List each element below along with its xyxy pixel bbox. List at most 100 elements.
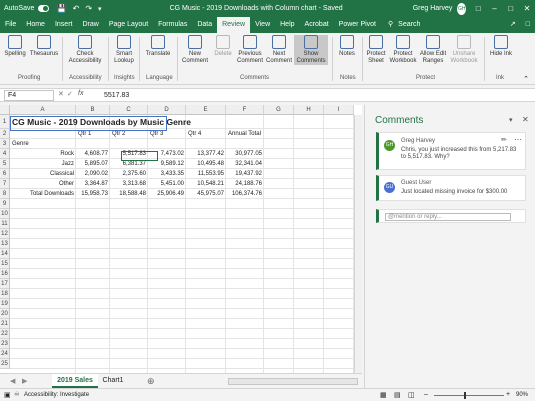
enter-icon[interactable]: ✓: [67, 90, 73, 98]
row-header-2[interactable]: 2: [0, 129, 10, 139]
scroll-left-icon[interactable]: ◀: [10, 377, 15, 385]
row-header-13[interactable]: 13: [0, 239, 10, 249]
close-pane-icon[interactable]: ✕: [522, 115, 529, 124]
tab-data[interactable]: Data: [192, 17, 217, 33]
horizontal-scrollbar[interactable]: [228, 378, 358, 385]
smart-lookup-button[interactable]: Smart Lookup: [112, 35, 136, 65]
collapse-ribbon-icon[interactable]: ⌃: [523, 75, 529, 83]
delete-comment-button[interactable]: Delete: [211, 35, 235, 58]
close-icon[interactable]: ✕: [519, 4, 535, 13]
row-header-5[interactable]: 5: [0, 159, 10, 169]
column-header-h[interactable]: H: [294, 105, 324, 115]
sheet-tab-chart1[interactable]: Chart1: [100, 374, 126, 388]
translate-button[interactable]: Translate: [142, 35, 174, 58]
row-header-16[interactable]: 16: [0, 269, 10, 279]
row-header-15[interactable]: 15: [0, 259, 10, 269]
genre-label-cell[interactable]: Genre: [12, 139, 74, 149]
row-header-21[interactable]: 21: [0, 319, 10, 329]
data-cell[interactable]: 32,341.04: [228, 159, 262, 169]
allow-edit-ranges-button[interactable]: Allow Edit Ranges: [419, 35, 447, 65]
data-cell[interactable]: 5,895.07: [78, 159, 108, 169]
data-cell[interactable]: 2,375.60: [112, 169, 146, 179]
tab-draw[interactable]: Draw: [77, 17, 103, 33]
scroll-right-icon[interactable]: ▶: [22, 377, 27, 385]
data-cell[interactable]: 2,090.02: [78, 169, 108, 179]
search-label[interactable]: Search: [398, 17, 425, 33]
customize-toolbar-icon[interactable]: ▾: [98, 5, 102, 13]
row-header-24[interactable]: 24: [0, 349, 10, 359]
reply-input[interactable]: @mention or reply...: [385, 213, 511, 221]
row-header-6[interactable]: 6: [0, 169, 10, 179]
row-label-cell[interactable]: Jazz: [12, 159, 74, 169]
data-cell[interactable]: 3,313.68: [112, 179, 146, 189]
undo-icon[interactable]: ↶: [73, 4, 80, 13]
zoom-slider-thumb[interactable]: [464, 392, 466, 399]
check-accessibility-button[interactable]: Check Accessibility: [66, 35, 104, 65]
column-header-e[interactable]: E: [186, 105, 226, 115]
column-heading-cell[interactable]: Annual Total: [228, 129, 262, 139]
vertical-scrollbar[interactable]: [354, 115, 362, 373]
row-label-cell[interactable]: Rock: [12, 149, 74, 159]
show-comments-button[interactable]: Show Comments: [294, 35, 328, 65]
row-header-4[interactable]: 4: [0, 149, 10, 159]
row-header-17[interactable]: 17: [0, 279, 10, 289]
tab-page-layout[interactable]: Page Layout: [104, 17, 153, 33]
maximize-icon[interactable]: □: [503, 4, 519, 13]
row-header-23[interactable]: 23: [0, 339, 10, 349]
minimize-icon[interactable]: –: [486, 4, 502, 13]
spelling-button[interactable]: Spelling: [4, 35, 26, 58]
row-header-8[interactable]: 8: [0, 189, 10, 199]
formula-input[interactable]: 5517.83: [104, 90, 129, 101]
protect-sheet-button[interactable]: Protect Sheet: [365, 35, 387, 65]
comment-icon[interactable]: □: [521, 17, 535, 33]
mention-icon[interactable]: ✏: [501, 136, 507, 144]
tab-acrobat[interactable]: Acrobat: [300, 17, 334, 33]
tab-insert[interactable]: Insert: [50, 17, 78, 33]
add-sheet-icon[interactable]: ⊕: [147, 376, 155, 387]
data-cell[interactable]: 106,374.76: [228, 189, 262, 199]
data-cell[interactable]: 10,495.48: [188, 159, 224, 169]
new-comment-button[interactable]: New Comment: [180, 35, 210, 65]
save-icon[interactable]: 💾: [57, 4, 67, 13]
next-comment-button[interactable]: Next Comment: [265, 35, 293, 65]
data-cell[interactable]: 3,433.35: [150, 169, 184, 179]
row-label-cell[interactable]: Total Downloads: [12, 189, 74, 199]
previous-comment-button[interactable]: Previous Comment: [235, 35, 265, 65]
share-icon[interactable]: ↗: [505, 17, 521, 33]
row-header-7[interactable]: 7: [0, 179, 10, 189]
page-break-view-icon[interactable]: ◫: [408, 391, 415, 399]
data-cell[interactable]: 45,975.07: [188, 189, 224, 199]
data-cell[interactable]: 13,377.42: [188, 149, 224, 159]
column-header-a[interactable]: A: [10, 105, 76, 115]
column-header-g[interactable]: G: [264, 105, 294, 115]
tab-review[interactable]: Review: [217, 17, 251, 33]
row-header-18[interactable]: 18: [0, 289, 10, 299]
row-header-14[interactable]: 14: [0, 249, 10, 259]
row-header-12[interactable]: 12: [0, 229, 10, 239]
unshare-workbook-button[interactable]: Unshare Workbook: [449, 35, 479, 65]
row-label-cell[interactable]: Other: [12, 179, 74, 189]
zoom-slider[interactable]: [434, 395, 504, 396]
column-header-i[interactable]: I: [324, 105, 354, 115]
user-avatar[interactable]: GH: [457, 2, 467, 15]
ribbon-display-icon[interactable]: □: [470, 4, 486, 13]
row-header-22[interactable]: 22: [0, 329, 10, 339]
data-cell[interactable]: 24,188.76: [228, 179, 262, 189]
data-cell[interactable]: 5,451.00: [150, 179, 184, 189]
search-icon[interactable]: ⚲: [383, 17, 398, 33]
tab-formulas[interactable]: Formulas: [153, 17, 192, 33]
comment-thread-2[interactable]: GU Guest User Just located missing invoi…: [376, 175, 526, 201]
row-header-25[interactable]: 25: [0, 359, 10, 369]
comment-thread-1[interactable]: GH Greg Harvey Chris, you just increased…: [376, 132, 526, 170]
redo-icon[interactable]: ↷: [85, 4, 92, 13]
normal-view-icon[interactable]: ▦: [380, 391, 387, 399]
spreadsheet-grid[interactable]: ABCDEFGHI 1 2 3 4 5 6 7 8 9 10 11 12 13 14 15 16 17 18 19 2…: [0, 105, 362, 373]
row-header-3[interactable]: 3: [0, 139, 10, 149]
zoom-level[interactable]: 90%: [516, 392, 528, 398]
tab-home[interactable]: Home: [21, 17, 50, 33]
zoom-out-icon[interactable]: –: [424, 391, 428, 398]
data-cell[interactable]: 25,906.49: [150, 189, 184, 199]
autosave-toggle[interactable]: [38, 5, 49, 12]
column-header-b[interactable]: B: [76, 105, 110, 115]
reply-box[interactable]: @mention or reply...: [376, 209, 526, 223]
